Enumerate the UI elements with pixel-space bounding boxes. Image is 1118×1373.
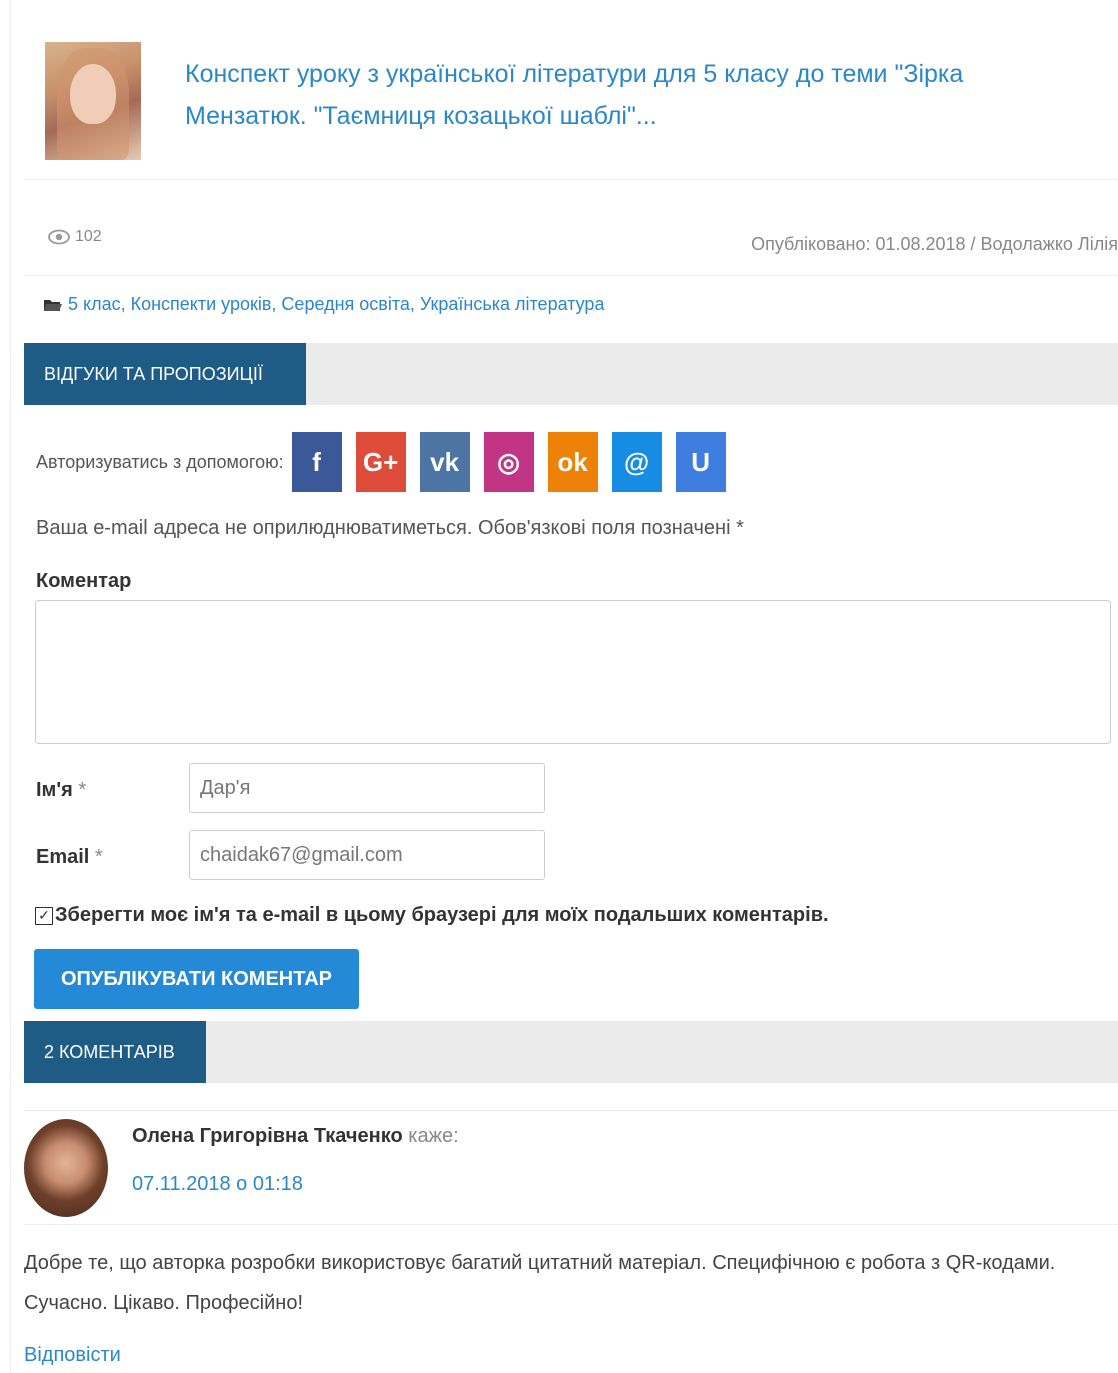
views-count: 102 bbox=[75, 228, 102, 245]
name-input[interactable] bbox=[189, 763, 545, 813]
thumbnail-face bbox=[70, 64, 116, 124]
name-label: Ім'я * bbox=[36, 779, 86, 802]
post-header: Конспект уроку з української літератури … bbox=[24, 25, 1118, 180]
divider bbox=[10, 0, 11, 1373]
comments-count-title: 2 КОМЕНТАРІВ bbox=[24, 1021, 206, 1083]
post-meta: 102 Опубліковано: 01.08.2018 / Водолажко… bbox=[24, 180, 1118, 276]
remember-me: ✓ Зберегти моє ім'я та e-mail в цьому бр… bbox=[35, 904, 829, 927]
reply-link[interactable]: Відповісти bbox=[24, 1344, 121, 1367]
folder-icon bbox=[44, 299, 62, 311]
submit-comment-button[interactable]: ОПУБЛІКУВАТИ КОМЕНТАР bbox=[34, 949, 359, 1009]
post-thumbnail[interactable] bbox=[45, 42, 141, 160]
avatar bbox=[24, 1119, 108, 1217]
says-label: каже: bbox=[408, 1125, 459, 1147]
feedback-section-bar: ВІДГУКИ ТА ПРОПОЗИЦІЇ bbox=[24, 343, 1118, 405]
instagram-icon[interactable]: ◎ bbox=[483, 432, 534, 492]
remember-label: Зберегти моє ім'я та e-mail в цьому брау… bbox=[55, 904, 829, 926]
remember-checkbox[interactable]: ✓ bbox=[35, 906, 53, 925]
post-title-link[interactable]: Конспект уроку з української літератури … bbox=[185, 53, 1085, 137]
views-counter: 102 bbox=[47, 228, 102, 246]
email-label: Email * bbox=[36, 846, 103, 869]
auth-label: Авторизуватись з допомогою: bbox=[36, 451, 284, 472]
name-label-text: Ім'я bbox=[36, 779, 73, 801]
comment-date-link[interactable]: 07.11.2018 о 01:18 bbox=[132, 1173, 303, 1196]
categories-links[interactable]: 5 клас, Конспекти уроків, Середня освіта… bbox=[68, 294, 604, 315]
author-name: Олена Григорівна Ткаченко bbox=[132, 1125, 403, 1147]
eye-icon bbox=[48, 229, 70, 245]
comments-section-bar: 2 КОМЕНТАРІВ bbox=[24, 1021, 1118, 1083]
social-auth: Авторизуватись з допомогою: f G+ vk ◎ ok @ U bbox=[36, 432, 740, 492]
published-info: Опубліковано: 01.08.2018 / Водолажко Ліл… bbox=[751, 234, 1118, 254]
odnoklassniki-icon[interactable]: ok bbox=[547, 432, 598, 492]
comment-item: Олена Григорівна Ткаченко каже: 07.11.20… bbox=[24, 1110, 1118, 1225]
privacy-notice: Ваша e-mail адреса не оприлюднюватиметьс… bbox=[36, 517, 744, 539]
comment-label: Коментар bbox=[36, 570, 132, 592]
categories: 5 клас, Конспекти уроків, Середня освіта… bbox=[44, 294, 604, 315]
feedback-section-title: ВІДГУКИ ТА ПРОПОЗИЦІЇ bbox=[24, 343, 306, 405]
comment-author: Олена Григорівна Ткаченко каже: bbox=[132, 1125, 459, 1148]
social-buttons: f G+ vk ◎ ok @ U bbox=[291, 432, 740, 492]
comment-textarea[interactable] bbox=[35, 600, 1111, 744]
email-input[interactable] bbox=[189, 830, 545, 880]
email-label-text: Email bbox=[36, 846, 90, 868]
page: Конспект уроку з української літератури … bbox=[0, 0, 1118, 1373]
facebook-icon[interactable]: f bbox=[291, 432, 342, 492]
required-mark: * bbox=[94, 846, 103, 868]
mailru-icon[interactable]: @ bbox=[611, 432, 662, 492]
google-plus-icon[interactable]: G+ bbox=[355, 432, 406, 492]
comment-text: Добре те, що авторка розробки використов… bbox=[24, 1252, 1056, 1314]
required-mark: * bbox=[78, 779, 87, 801]
vk-icon[interactable]: vk bbox=[419, 432, 470, 492]
ukrnet-icon[interactable]: U bbox=[675, 432, 726, 492]
